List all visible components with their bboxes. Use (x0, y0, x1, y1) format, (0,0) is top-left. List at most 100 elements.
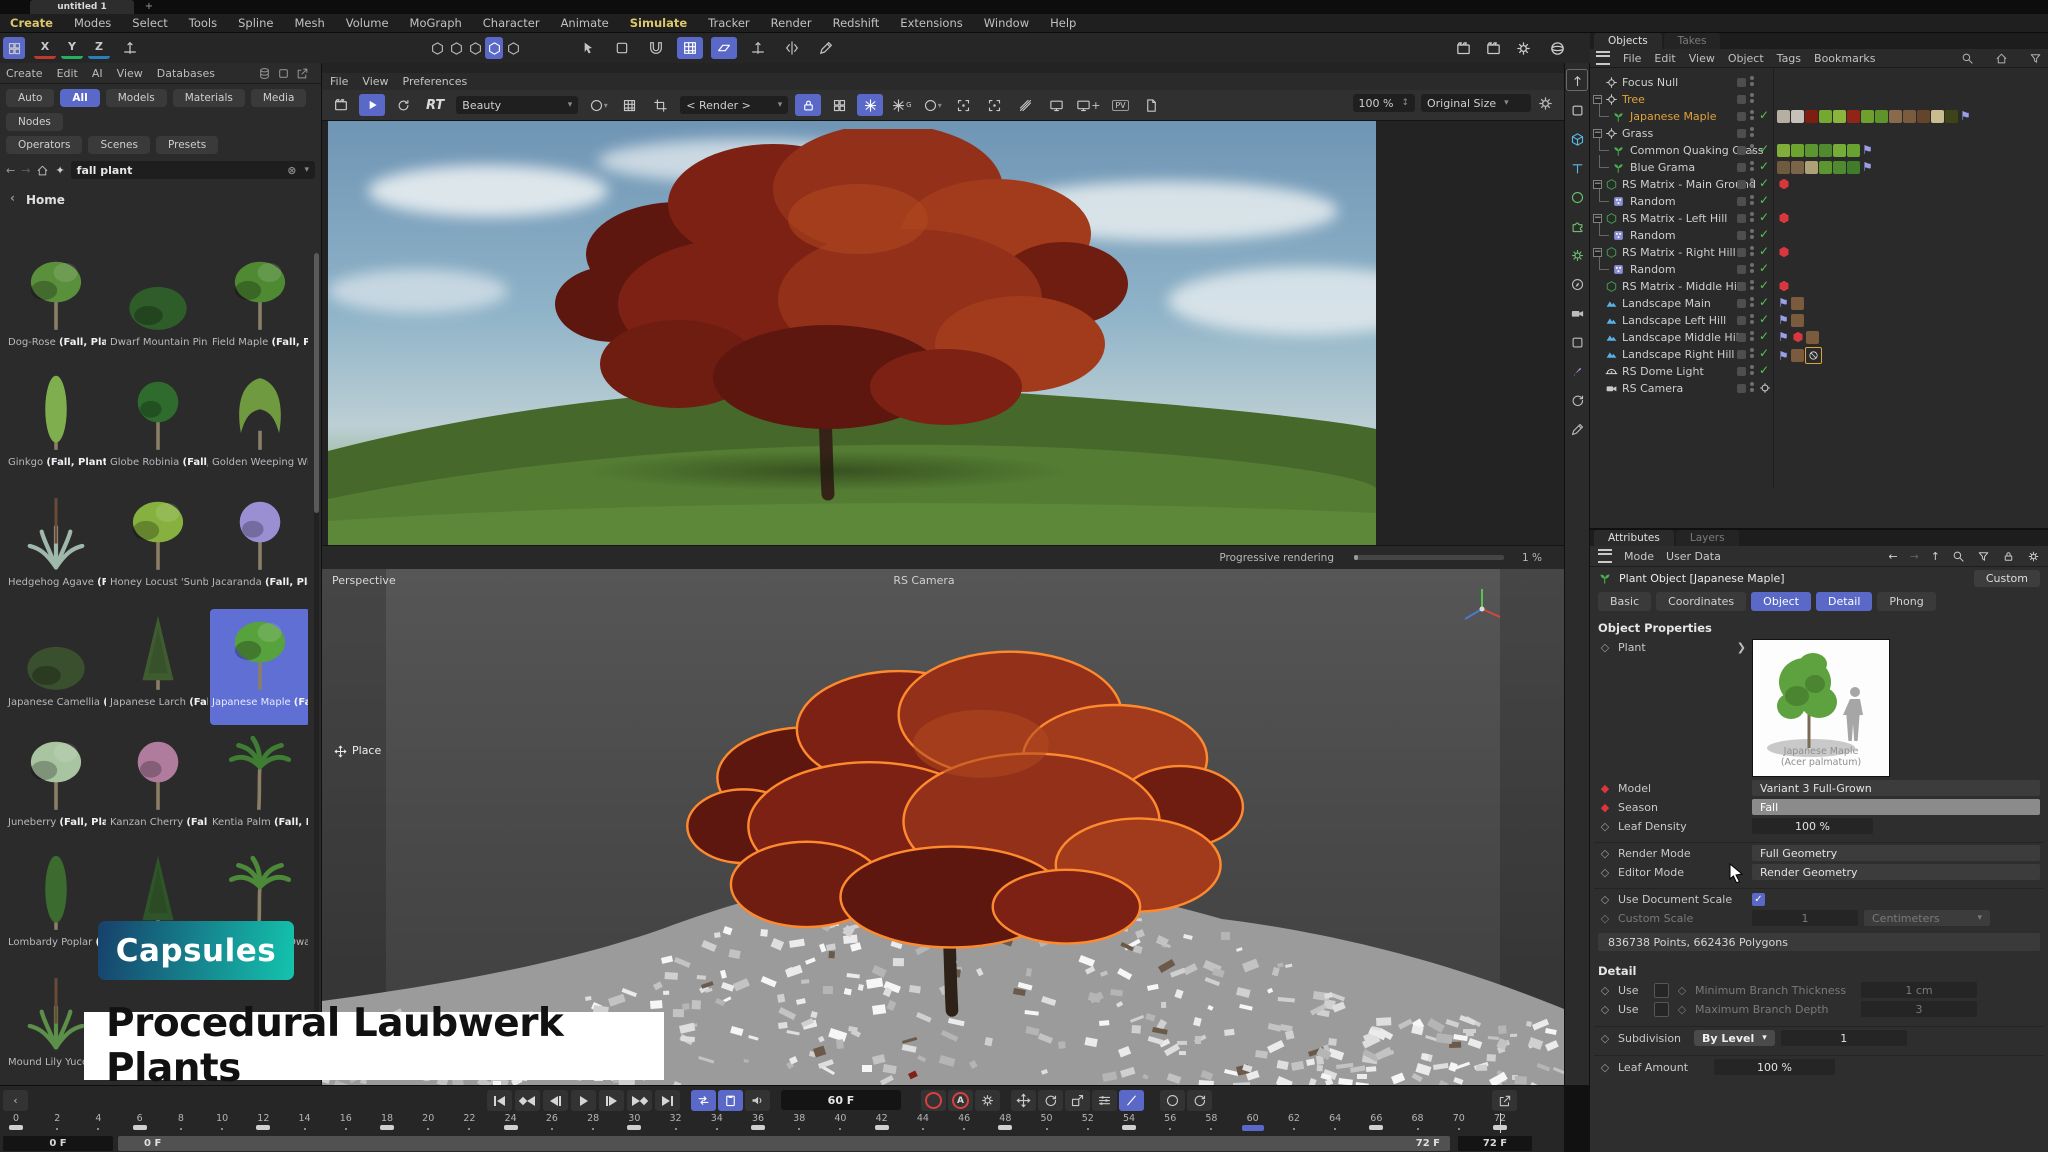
mirror-icon[interactable] (779, 37, 805, 59)
model-mode-icon[interactable] (1567, 100, 1587, 120)
annotation-tag-icon[interactable]: ⚑ (1778, 313, 1789, 327)
history-forward-icon[interactable]: → (1910, 550, 1919, 563)
object-row-landscape-right-hill-16[interactable]: Landscape Right Hill✓⚑ (1590, 346, 2048, 363)
asset-item-globe-robinia[interactable]: Globe Robinia (Fall, Pl… (108, 369, 208, 485)
asset-item-japanese-camellia[interactable]: Japanese Camellia (Fal… (6, 609, 106, 725)
material-tag[interactable] (1791, 349, 1804, 362)
redshift-tag-icon[interactable] (1791, 330, 1805, 344)
enabled-check-icon[interactable]: ✓ (1759, 312, 1769, 326)
enabled-check-icon[interactable]: ✓ (1759, 363, 1769, 377)
tab-layers[interactable]: Layers (1676, 530, 1739, 546)
edit-toggle[interactable] (1737, 333, 1746, 342)
material-tag[interactable] (1917, 110, 1930, 123)
enabled-check-icon[interactable]: ✓ (1759, 159, 1769, 173)
play-button[interactable] (571, 1090, 596, 1111)
record-pla-button[interactable] (1119, 1090, 1144, 1111)
current-frame-marker[interactable] (1242, 1125, 1264, 1131)
attr-tab-detail[interactable]: Detail (1816, 592, 1872, 611)
enabled-check-icon[interactable]: ✓ (1759, 176, 1769, 190)
filter-nodes[interactable]: Nodes (6, 113, 63, 131)
attr-tab-basic[interactable]: Basic (1598, 592, 1651, 611)
visibility-dots[interactable] (1750, 161, 1754, 173)
material-tag[interactable] (1805, 144, 1818, 157)
render-to-picture-viewer-button[interactable] (1480, 37, 1506, 59)
tab-objects[interactable]: Objects (1594, 33, 1662, 49)
object-row-japanese-maple-2[interactable]: Japanese Maple✓⚑ (1590, 108, 2048, 125)
material-tag[interactable] (1903, 110, 1916, 123)
rotate-view-icon[interactable] (1567, 390, 1587, 410)
sparkle-icon[interactable]: ✦ (55, 164, 64, 177)
pen-icon[interactable] (813, 37, 839, 59)
render-view-button[interactable] (1450, 37, 1476, 59)
edit-toggle[interactable] (1737, 197, 1746, 206)
timeline-ruler[interactable]: 0246810121416182022242628303234363840424… (0, 1113, 1535, 1135)
material-tag[interactable] (1806, 331, 1819, 344)
menu-simulate[interactable]: Simulate (630, 16, 687, 30)
timeline-collapse-icon[interactable]: ‹ (3, 1090, 28, 1111)
goto-end-button[interactable] (655, 1090, 680, 1111)
generator-icon[interactable] (1567, 245, 1587, 265)
edit-toggle[interactable] (1737, 350, 1746, 359)
render-mode-dropdown[interactable]: Full Geometry (1752, 845, 2040, 861)
sound-button[interactable] (745, 1090, 770, 1111)
filter-media[interactable]: Media (251, 89, 307, 107)
annotation-tag-icon[interactable]: ⚑ (1778, 349, 1789, 363)
live-selection-icon[interactable] (575, 37, 601, 59)
ab-menu-ai[interactable]: AI (92, 67, 103, 80)
material-tag[interactable] (1805, 110, 1818, 123)
leaf-amount-field[interactable]: 100 % (1714, 1059, 1835, 1075)
edit-toggle[interactable] (1737, 214, 1746, 223)
menu-mograph[interactable]: MoGraph (410, 16, 462, 30)
visibility-dots[interactable] (1750, 229, 1754, 241)
capsule-icon[interactable] (1567, 216, 1587, 236)
om-menu-bookmarks[interactable]: Bookmarks (1814, 52, 1875, 65)
filter-all[interactable]: All (60, 89, 99, 107)
menu-tracker[interactable]: Tracker (708, 16, 750, 30)
visibility-dots[interactable] (1750, 246, 1754, 258)
record-rotation-button[interactable] (1038, 1090, 1063, 1111)
filter-models[interactable]: Models (106, 89, 167, 107)
view-mode-icon[interactable] (277, 66, 290, 80)
keyframe-marker[interactable] (256, 1125, 270, 1130)
asset-item-ginkgo[interactable]: Ginkgo (Fall, Plant) (6, 369, 106, 485)
keyframe-marker[interactable] (504, 1125, 518, 1130)
keyframe-marker[interactable] (627, 1125, 641, 1130)
axis-lock-x[interactable]: X (34, 37, 56, 59)
camera-target-icon[interactable] (1759, 380, 1771, 394)
modeling-axis-icon[interactable] (745, 37, 771, 59)
next-key-button[interactable] (627, 1090, 652, 1111)
expand-icon[interactable]: − (1593, 129, 1602, 138)
rectangle-select-icon[interactable] (609, 37, 635, 59)
document-tab[interactable]: untitled 1 (30, 0, 134, 14)
asset-item-jacaranda[interactable]: Jacaranda (Fall, Plant) (210, 489, 308, 605)
min-branch-use-checkbox[interactable] (1654, 983, 1669, 998)
history-back-icon[interactable]: ← (1888, 550, 1897, 563)
channel-dropdown[interactable]: ▾ (585, 94, 611, 116)
asset-item-juneberry[interactable]: Juneberry (Fall, Plant) (6, 729, 106, 845)
simulate-hexagon-icon-3[interactable] (485, 37, 503, 59)
om-menu-object[interactable]: Object (1728, 52, 1764, 65)
rt-toggle[interactable]: RT (421, 94, 449, 116)
visibility-dots[interactable] (1750, 331, 1754, 343)
enabled-check-icon[interactable]: ✓ (1759, 278, 1769, 292)
tab-attributes[interactable]: Attributes (1594, 530, 1674, 546)
timeline-end-field[interactable]: 72 F (1458, 1136, 1532, 1151)
editor-mode-dropdown[interactable]: Render Geometry (1752, 864, 2040, 880)
snapshot-dropdown[interactable]: < Render >▾ (678, 94, 790, 116)
annotation-tag-icon[interactable]: ⚑ (1960, 109, 1971, 123)
menu-redshift[interactable]: Redshift (833, 16, 880, 30)
filter-icon[interactable] (1977, 549, 1990, 563)
asset-item-hedgehog-agave[interactable]: Hedgehog Agave (Fall… (6, 489, 106, 605)
workplane-icon[interactable] (711, 37, 737, 59)
object-row-random-9[interactable]: Random✓ (1590, 227, 2048, 244)
simulate-hexagon-icon-0[interactable] (428, 37, 446, 59)
min-branch-field[interactable]: 1 cm (1861, 982, 1977, 998)
texture-mode-icon[interactable] (1567, 158, 1587, 178)
edit-toggle[interactable] (1737, 231, 1746, 240)
new-tab-button[interactable]: + (142, 0, 156, 14)
magnet-icon[interactable] (643, 37, 669, 59)
user-data-menu[interactable]: User Data (1666, 550, 1721, 563)
object-row-landscape-left-hill-14[interactable]: Landscape Left Hill✓⚑ (1590, 312, 2048, 329)
enabled-check-icon[interactable]: ✓ (1759, 142, 1769, 156)
filter-presets[interactable]: Presets (156, 136, 218, 154)
